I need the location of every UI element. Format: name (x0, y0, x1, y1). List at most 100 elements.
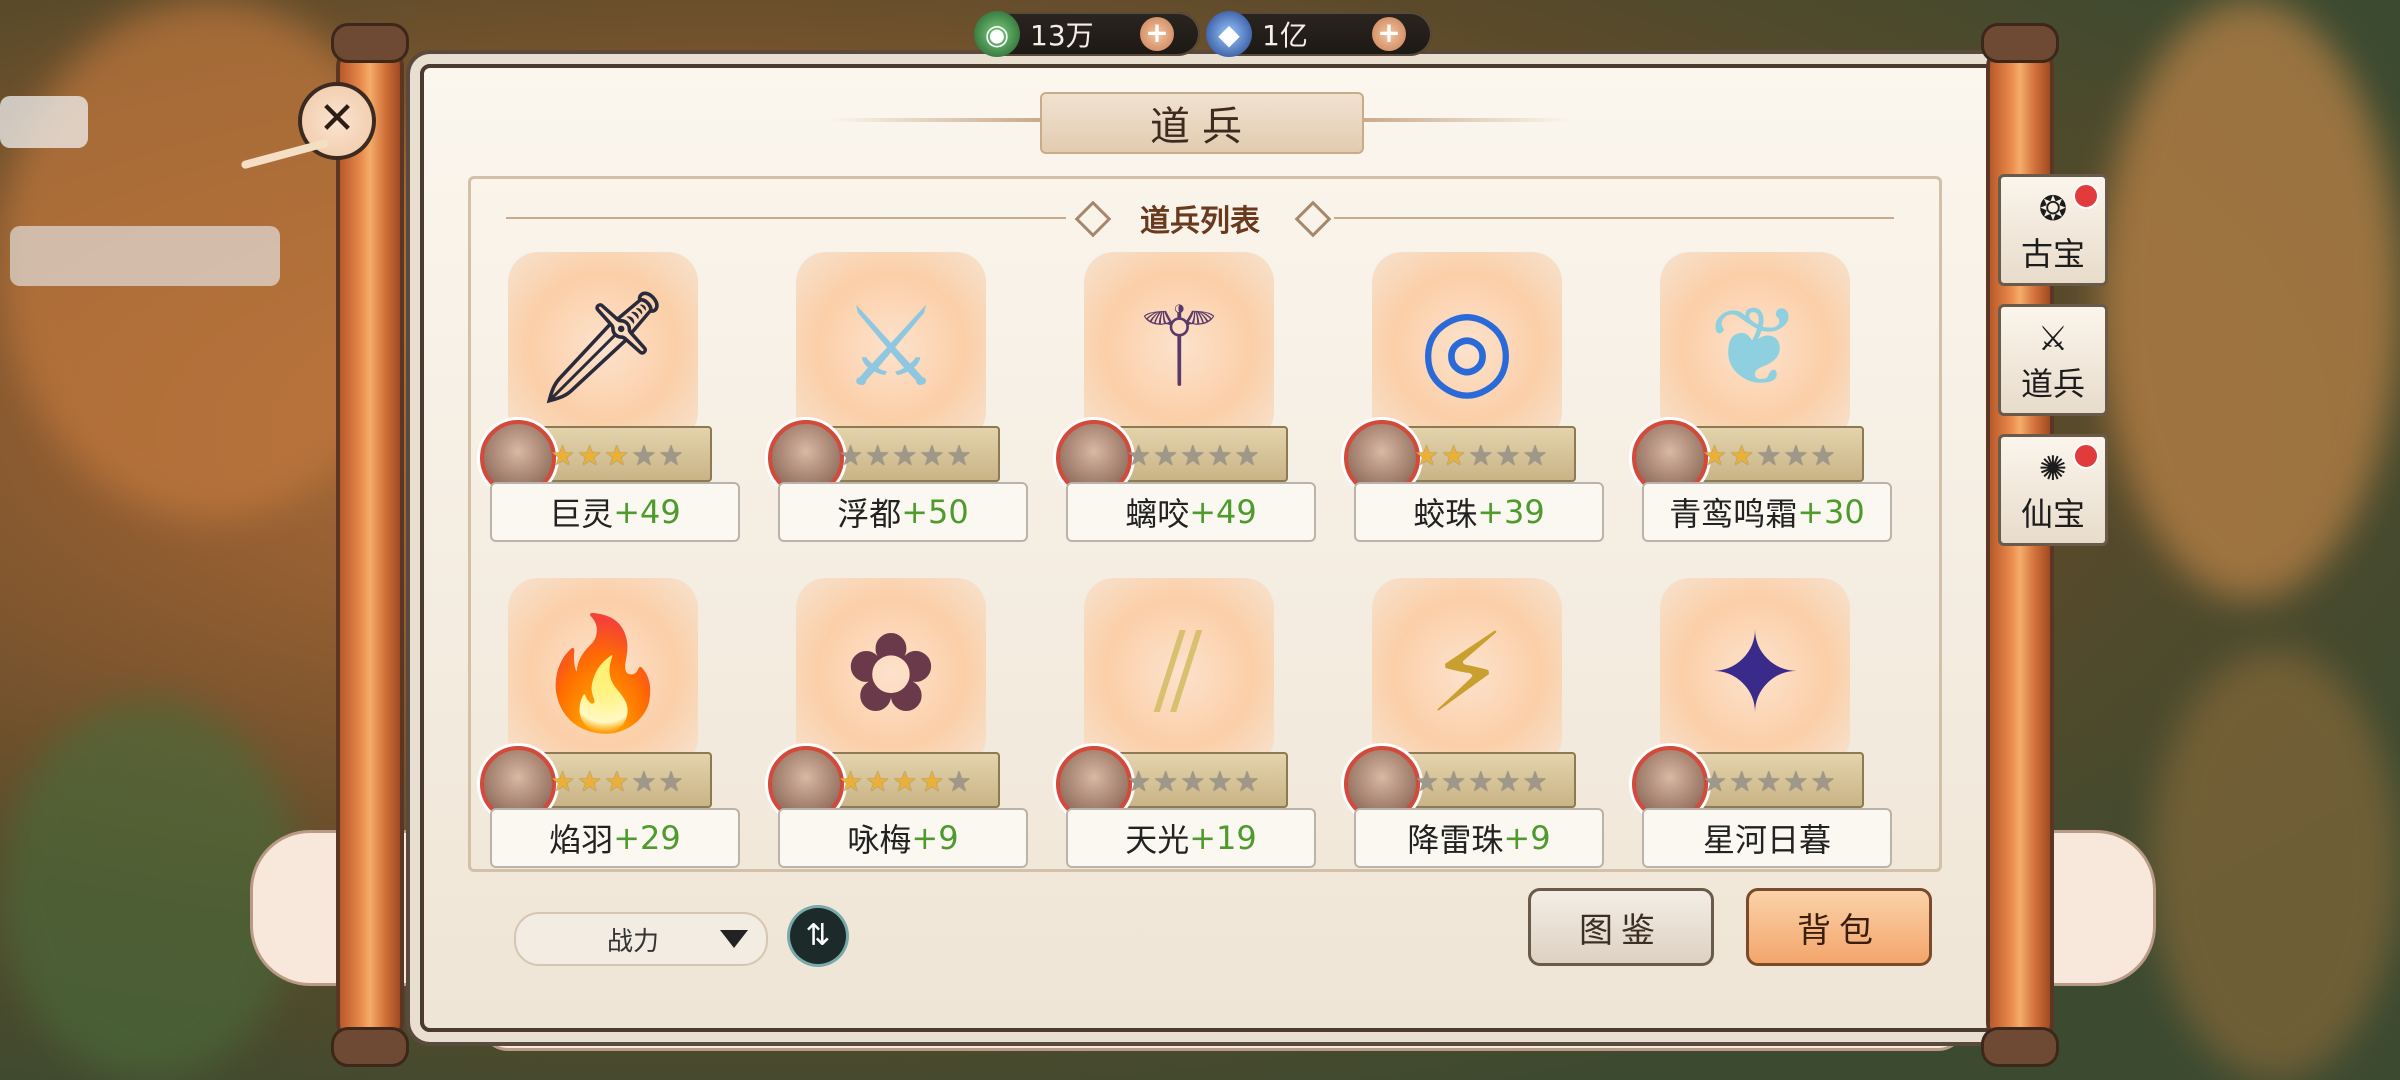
star-icon: ★ (1234, 439, 1260, 472)
star-icon: ★ (838, 765, 864, 798)
weapon-level: +19 (1189, 819, 1257, 857)
star-rating: ★ ★ ★ ★ ★ (838, 442, 972, 470)
star-icon: ★ (1441, 439, 1467, 472)
tab-ancient-treasure[interactable]: ❂ 古宝 (1998, 174, 2108, 286)
weapon-level: +30 (1797, 493, 1865, 531)
weapon-nameplate: 星河日暮 (1642, 808, 1892, 868)
star-icon: ★ (604, 439, 630, 472)
notification-badge (2073, 183, 2099, 209)
star-icon: ★ (1783, 439, 1809, 472)
star-icon: ★ (1126, 439, 1152, 472)
star-icon: ★ (1468, 439, 1494, 472)
star-icon: ★ (1495, 765, 1521, 798)
weapon-card[interactable]: ⚔ ★ ★ ★ ★ ★ 浮都 +50 (768, 252, 1028, 552)
background-scenery (2150, 650, 2400, 1080)
title-ornament-left (830, 118, 1040, 122)
scroll-rod-cap (334, 1030, 406, 1064)
serpent-staff-icon: ⚚ (1129, 283, 1229, 411)
star-icon: ★ (1234, 765, 1260, 798)
star-icon: ★ (658, 765, 684, 798)
weapon-card[interactable]: ◎ ★ ★ ★ ★ ★ 蛟珠 +39 (1344, 252, 1604, 552)
weapon-name: 青鸾鸣霜 (1669, 495, 1798, 533)
dark-dagger-icon: 🗡 (533, 282, 673, 411)
star-icon: ★ (1180, 439, 1206, 472)
title-ornament-right (1360, 118, 1570, 122)
weapon-card[interactable]: 🔥 ★ ★ ★ ★ ★ 焰羽 +29 (480, 578, 740, 878)
bag-button[interactable]: 背包 (1746, 888, 1932, 966)
weapon-card[interactable]: 🗡 ★ ★ ★ ★ ★ 巨灵 +49 (480, 252, 740, 552)
weapon-nameplate: 降雷珠 +9 (1354, 808, 1604, 868)
add-jade-button[interactable]: + (1140, 17, 1174, 51)
star-icon: ★ (550, 439, 576, 472)
weapon-name: 降雷珠 (1407, 821, 1504, 859)
currency-crystal: ◆ 1亿 + (1206, 11, 1432, 57)
weapon-card[interactable]: ⫽ ★ ★ ★ ★ ★ 天光 +19 (1056, 578, 1316, 878)
star-icon: ★ (946, 439, 972, 472)
star-icon: ★ (1207, 765, 1233, 798)
sort-order-toggle[interactable]: ⇅ (790, 908, 846, 964)
weapon-card[interactable]: ✿ ★ ★ ★ ★ ★ 咏梅 +9 (768, 578, 1028, 878)
star-icon: ★ (658, 439, 684, 472)
sword-icon: ⚔ (2037, 319, 2069, 359)
star-icon: ★ (946, 765, 972, 798)
star-rating: ★ ★ ★ ★ ★ (550, 442, 684, 470)
star-icon: ★ (1153, 439, 1179, 472)
star-icon: ★ (1207, 439, 1233, 472)
star-icon: ★ (1126, 765, 1152, 798)
thunder-orb-icon: ⚡ (1428, 609, 1506, 737)
page-title: 道兵 (1040, 92, 1364, 154)
sort-dropdown[interactable]: 战力 (514, 912, 768, 966)
weapon-card[interactable]: ✦ ★ ★ ★ ★ ★ 星河日暮 (1632, 578, 1892, 878)
weapon-name: 咏梅 (847, 821, 912, 859)
galaxy-blade-icon: ✦ (1708, 609, 1802, 737)
star-icon: ★ (838, 439, 864, 472)
immortal-treasure-icon: ✺ (2038, 449, 2068, 489)
tab-weapons[interactable]: ⚔ 道兵 (1998, 304, 2108, 416)
star-icon: ★ (1810, 439, 1836, 472)
close-icon: ✕ (318, 93, 356, 144)
background-chat-bubble (0, 96, 88, 148)
weapon-level: +49 (1189, 493, 1257, 531)
divider (1334, 217, 1894, 219)
scroll-rod-cap (1984, 1030, 2056, 1064)
plum-brush-icon: ✿ (844, 609, 938, 737)
notification-badge (2073, 443, 2099, 469)
weapon-name: 星河日暮 (1702, 821, 1831, 859)
weapon-name: 焰羽 (549, 821, 614, 859)
flame-sword-icon: 🔥 (534, 608, 672, 737)
weapon-name: 巨灵 (549, 495, 614, 533)
star-icon: ★ (892, 765, 918, 798)
weapon-card[interactable]: ⚡ ★ ★ ★ ★ ★ 降雷珠 +9 (1344, 578, 1604, 878)
star-icon: ★ (1756, 765, 1782, 798)
weapon-nameplate: 螭咬 +49 (1066, 482, 1316, 542)
scroll-rod-cap (334, 26, 406, 60)
star-rating: ★ ★ ★ ★ ★ (1702, 442, 1836, 470)
star-icon: ★ (1495, 439, 1521, 472)
star-icon: ★ (1702, 765, 1728, 798)
star-icon: ★ (892, 439, 918, 472)
sort-dropdown-label: 战力 (606, 926, 659, 957)
ancient-treasure-icon: ❂ (2038, 189, 2068, 229)
star-icon: ★ (865, 439, 891, 472)
chevron-down-icon (720, 930, 748, 948)
weapon-card[interactable]: ⚚ ★ ★ ★ ★ ★ 螭咬 +49 (1056, 252, 1316, 552)
tab-label: 仙宝 (2020, 495, 2085, 533)
tab-immortal-treasure[interactable]: ✺ 仙宝 (1998, 434, 2108, 546)
weapon-level: +49 (613, 493, 681, 531)
add-crystal-button[interactable]: + (1372, 17, 1406, 51)
weapon-card[interactable]: ❦ ★ ★ ★ ★ ★ 青鸾鸣霜 +30 (1632, 252, 1892, 552)
star-icon: ★ (1729, 765, 1755, 798)
weapon-name: 蛟珠 (1413, 495, 1478, 533)
guide-button[interactable]: 图鉴 (1528, 888, 1714, 966)
star-icon: ★ (1414, 765, 1440, 798)
star-icon: ★ (1729, 439, 1755, 472)
star-rating: ★ ★ ★ ★ ★ (838, 768, 972, 796)
weapon-level: +29 (613, 819, 681, 857)
weapon-nameplate: 浮都 +50 (778, 482, 1028, 542)
star-icon: ★ (1441, 765, 1467, 798)
star-icon: ★ (919, 439, 945, 472)
weapon-level: +9 (1503, 819, 1551, 857)
divider (506, 217, 1066, 219)
feather-fan-icon: ❦ (1708, 283, 1802, 411)
star-icon: ★ (1414, 439, 1440, 472)
